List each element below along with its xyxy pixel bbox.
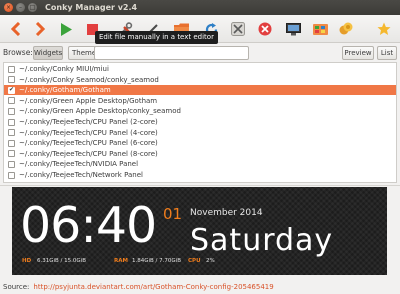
list-item-label: ~/.conky/Conky MIUI/miui [19,65,109,74]
edit-tooltip: Edit file manually in a text editor [95,31,218,44]
about-button[interactable] [374,19,394,39]
title-bar: × – □ Conky Manager v2.4 [0,0,400,15]
checkbox[interactable] [8,107,15,115]
coins-icon [339,22,353,35]
list-item-label: ~/.conky/TeejeeTech/CPU Panel (4-core) [19,128,158,137]
checkbox[interactable] [8,171,15,179]
list-item-label: ~/.conky/Green Apple Desktop/Gotham [19,96,158,105]
list-item-label: ~/.conky/TeejeeTech/Network Panel [19,171,143,180]
list-item[interactable]: ~/.conky/Green Apple Desktop/Gotham [4,96,396,106]
donate-button[interactable] [336,19,356,39]
close-window-button[interactable]: × [4,3,13,12]
ram-label: RAM [114,258,128,264]
minimize-window-button[interactable]: – [16,3,25,12]
list-item[interactable]: ~/.conky/TeejeeTech/CPU Panel (6-core) [4,138,396,148]
list-item[interactable]: ~/.conky/TeejeeTech/CPU Panel (8-core) [4,149,396,159]
chevron-left-icon [10,22,21,36]
checkbox[interactable] [8,150,15,158]
browse-bar: Browse: Widgets Themes Preview List [0,44,400,61]
preview-button[interactable]: Preview [342,46,374,60]
list-button[interactable]: List [377,46,397,60]
day-number: 01 [163,205,183,223]
checkbox-checked[interactable]: ✔ [8,86,15,94]
list-item-selected[interactable]: ✔ ~/.conky/Gotham/Gotham [4,85,396,96]
star-icon [377,22,391,35]
checkbox[interactable] [8,118,15,126]
hd-label: HD [22,258,32,264]
list-item[interactable]: ~/.conky/TeejeeTech/Network Panel [4,170,396,180]
list-item-label: ~/.conky/Conky Seamod/conky_seamod [19,75,159,84]
hd-value: 6.31GiB / 15.0GiB [37,258,86,264]
kill-button[interactable] [228,19,248,39]
widgets-button[interactable]: Widgets [33,46,63,60]
search-input[interactable] [94,46,249,60]
checkbox[interactable] [8,97,15,105]
list-item[interactable]: ~/.conky/TeejeeTech/NVIDIA Panel [4,159,396,169]
cpu-value: 2% [206,258,215,264]
widget-preview: 06:40 01 November 2014 Saturday HD 6.31G… [12,187,387,275]
checkbox[interactable] [8,160,15,168]
monitor-icon [285,22,301,35]
kill-icon [231,22,245,36]
list-item-label: ~/.conky/TeejeeTech/CPU Panel (8-core) [19,149,158,158]
month-year: November 2014 [190,208,263,218]
delete-button[interactable] [255,19,275,39]
browse-label: Browse: [3,48,33,57]
list-item-label: ~/.conky/TeejeeTech/CPU Panel (6-core) [19,139,158,148]
maximize-window-button[interactable]: □ [28,3,37,12]
close-circle-icon [258,22,272,36]
weekday: Saturday [190,223,334,258]
clock-time: 06:40 [20,197,157,254]
start-button[interactable] [56,19,76,39]
next-button[interactable] [30,19,50,39]
list-item-label: ~/.conky/Green Apple Desktop/conky_seamo… [19,107,181,116]
previous-button[interactable] [6,19,26,39]
list-item[interactable]: ~/.conky/TeejeeTech/CPU Panel (4-core) [4,128,396,138]
checkbox[interactable] [8,76,15,84]
palette-icon [312,23,328,35]
divider [0,185,400,186]
ram-value: 1.84GiB / 7.70GiB [132,258,181,264]
source-label: Source: [3,283,30,291]
desktop-settings-button[interactable] [283,19,303,39]
list-item-label: ~/.conky/TeejeeTech/CPU Panel (2-core) [19,118,158,127]
checkbox[interactable] [8,139,15,147]
chevron-right-icon [35,22,46,36]
list-item-label: ~/.conky/Gotham/Gotham [19,86,111,95]
window-title: Conky Manager v2.4 [45,3,138,12]
list-item[interactable]: ~/.conky/Conky Seamod/conky_seamod [4,75,396,85]
source-link[interactable]: http://psyjunta.deviantart.com/art/Gotha… [33,283,273,291]
play-icon [61,22,72,36]
list-item[interactable]: ~/.conky/Green Apple Desktop/conky_seamo… [4,106,396,116]
list-item[interactable]: ~/.conky/TeejeeTech/CPU Panel (2-core) [4,117,396,127]
theme-packs-button[interactable] [310,19,330,39]
list-item[interactable]: ~/.conky/Conky MIUI/miui [4,64,396,74]
widget-list[interactable]: ~/.conky/Conky MIUI/miui ~/.conky/Conky … [3,62,397,183]
cpu-label: CPU [188,258,201,264]
list-item-label: ~/.conky/TeejeeTech/NVIDIA Panel [19,160,139,169]
checkbox[interactable] [8,65,15,73]
checkbox[interactable] [8,129,15,137]
status-bar: Source: http://psyjunta.deviantart.com/ar… [0,281,400,294]
